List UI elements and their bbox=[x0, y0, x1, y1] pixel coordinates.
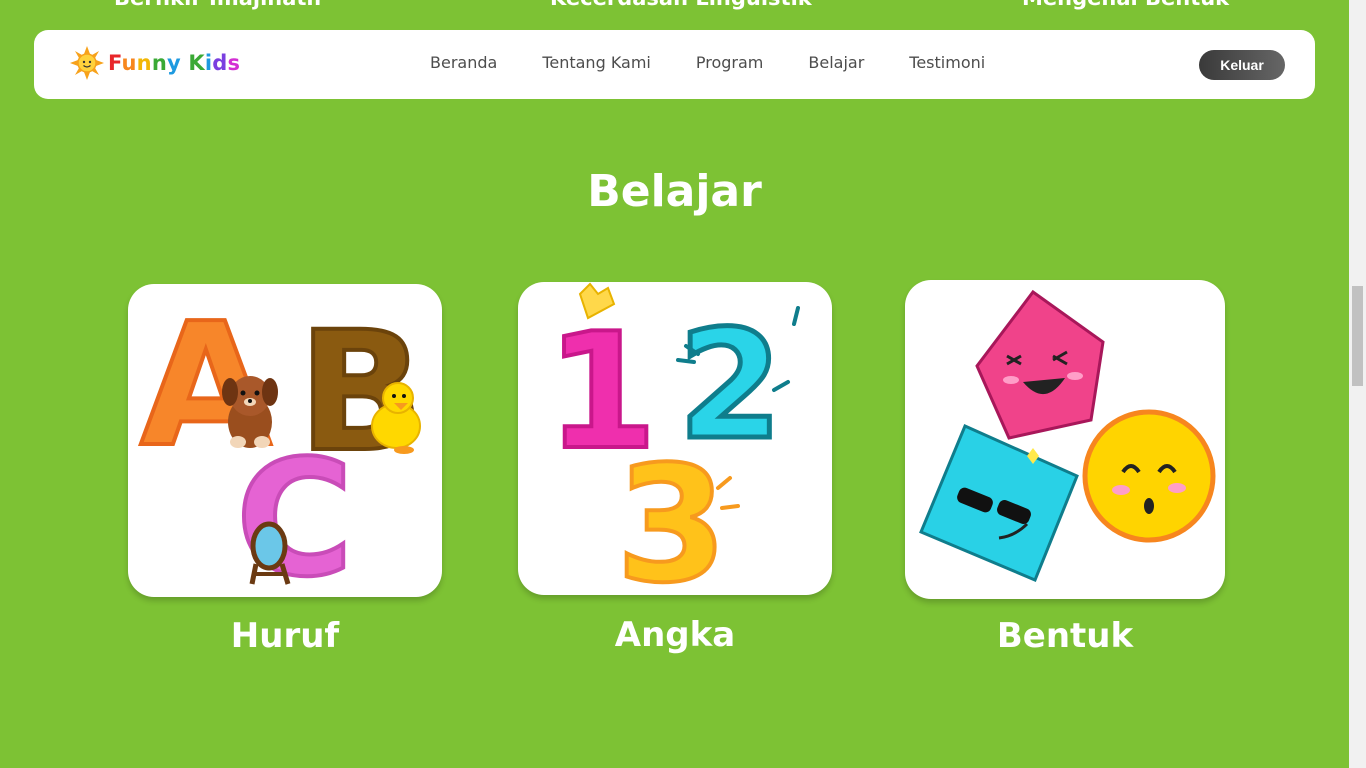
logo-funny: Funny bbox=[108, 51, 181, 75]
logo-letter: n bbox=[151, 51, 167, 75]
heading-cut-2: Kecerdasan Linguistik bbox=[550, 0, 812, 10]
nav-tentang-kami[interactable]: Tentang Kami bbox=[542, 53, 651, 72]
logo-letter: s bbox=[227, 51, 241, 75]
card-label-angka: Angka bbox=[614, 615, 736, 655]
sun-icon bbox=[70, 46, 104, 80]
navbar: Funny Kids Beranda Tentang Kami Program … bbox=[34, 30, 1315, 99]
mirror-icon bbox=[249, 521, 291, 585]
card-huruf[interactable]: A B C bbox=[128, 284, 442, 597]
logo[interactable]: Funny Kids bbox=[70, 46, 240, 80]
pentagon-icon bbox=[975, 289, 1105, 440]
numbers-illustration: 1 2 3 bbox=[544, 282, 800, 595]
logo-letter: F bbox=[108, 51, 122, 75]
nav-beranda[interactable]: Beranda bbox=[430, 53, 497, 72]
card-angka[interactable]: 1 2 3 bbox=[518, 282, 832, 595]
logo-letter: n bbox=[136, 51, 152, 75]
card-bentuk[interactable] bbox=[905, 280, 1225, 599]
logo-letter: u bbox=[121, 51, 137, 75]
heading-cut-3: Mengenal Bentuk bbox=[1022, 0, 1229, 10]
logo-kids: Kids bbox=[188, 51, 240, 75]
shapes-illustration bbox=[919, 289, 1216, 582]
square-face-icon bbox=[919, 424, 1079, 582]
scrollbar-thumb[interactable] bbox=[1352, 286, 1363, 386]
logout-button[interactable]: Keluar bbox=[1199, 50, 1285, 80]
nav-belajar[interactable]: Belajar bbox=[808, 53, 864, 72]
card-label-bentuk: Bentuk bbox=[996, 616, 1134, 656]
nav-links: Beranda Tentang Kami Program Belajar Tes… bbox=[430, 53, 1030, 72]
logo-letter: K bbox=[188, 51, 205, 75]
scrollbar[interactable] bbox=[1349, 0, 1366, 768]
digit-3: 3 bbox=[616, 431, 727, 595]
nav-testimoni[interactable]: Testimoni bbox=[909, 53, 985, 72]
logo-letter: d bbox=[212, 51, 228, 75]
logo-letter: y bbox=[166, 51, 181, 75]
heading-cut-1: Berfikir Imajinatif bbox=[114, 0, 323, 10]
circle-face-icon bbox=[1082, 409, 1216, 543]
abc-illustration: A B C bbox=[138, 285, 426, 597]
nav-program[interactable]: Program bbox=[696, 53, 764, 72]
section-title: Belajar bbox=[587, 166, 762, 217]
card-label-huruf: Huruf bbox=[230, 616, 340, 656]
